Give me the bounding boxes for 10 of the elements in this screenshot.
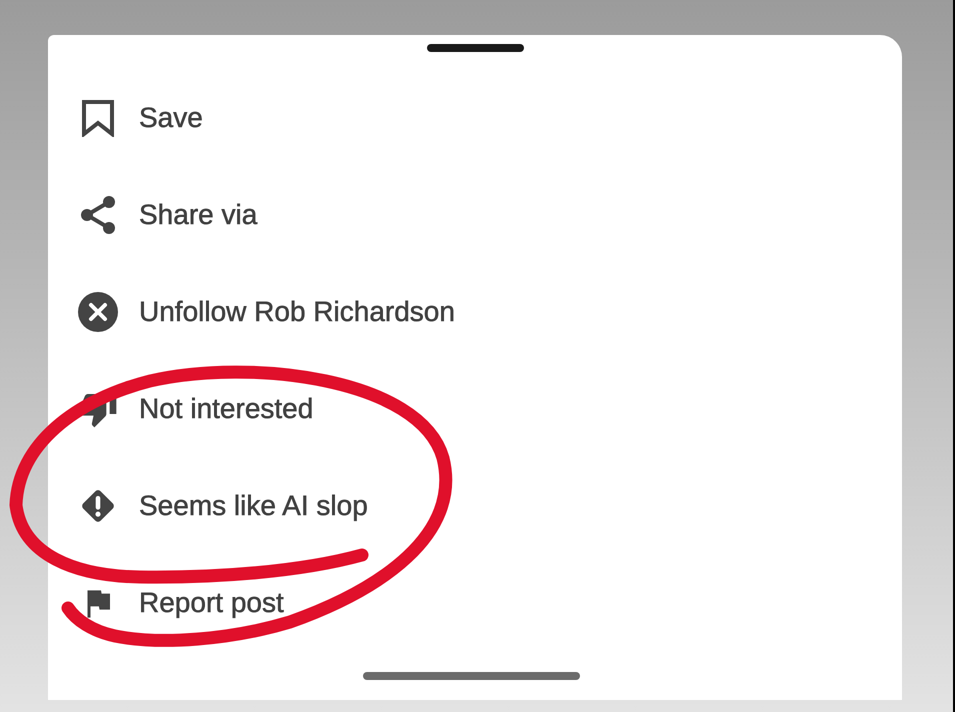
menu-item[interactable]: Seems like AI slop [48,457,902,554]
bookmark-icon [81,98,115,136]
drag-handle[interactable] [426,44,524,52]
menu-item[interactable]: Share via [48,166,902,263]
menu-item[interactable]: Save [48,69,902,166]
menu-item[interactable]: Unfollow Rob Richardson [48,263,902,360]
close-circle-icon [78,292,118,332]
menu-item[interactable]: Report post [48,554,902,651]
menu-item[interactable]: Not interested [48,360,902,457]
share-icon [80,196,116,234]
